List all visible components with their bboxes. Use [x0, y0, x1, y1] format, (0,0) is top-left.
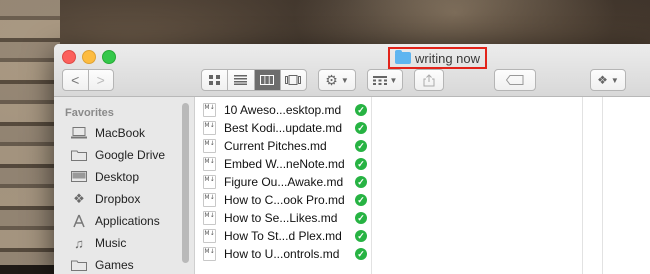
dropbox-icon: ❖ — [597, 73, 608, 87]
chevron-down-icon: ▼ — [340, 75, 349, 85]
sidebar-item-music[interactable]: ♫ Music — [70, 233, 126, 253]
sidebar-item-macbook[interactable]: MacBook — [70, 123, 145, 143]
action-menu-button[interactable]: ⚙ ▼ — [318, 69, 356, 91]
file-row[interactable]: M↓ Current Pitches.md ✓ — [195, 137, 371, 155]
file-name: How to C...ook Pro.md — [224, 193, 345, 207]
applications-icon — [70, 214, 88, 228]
file-column: M↓ 10 Aweso...esktop.md ✓ M↓ Best Kodi..… — [195, 97, 372, 274]
markdown-file-icon: M↓ — [203, 247, 216, 261]
file-name: How to Se...Likes.md — [224, 211, 338, 225]
zoom-window-button[interactable] — [102, 50, 116, 64]
back-button[interactable]: < — [63, 70, 88, 90]
file-name: How to U...ontrols.md — [224, 247, 340, 261]
markdown-file-icon: M↓ — [203, 157, 216, 171]
sidebar-scrollbar[interactable] — [182, 103, 189, 263]
file-row[interactable]: M↓ How to Se...Likes.md ✓ — [195, 209, 371, 227]
file-row[interactable]: M↓ 10 Aweso...esktop.md ✓ — [195, 101, 371, 119]
markdown-file-icon: M↓ — [203, 229, 216, 243]
cover-flow-button[interactable] — [279, 70, 306, 90]
sidebar-item-label: Games — [95, 258, 134, 272]
markdown-file-icon: M↓ — [203, 175, 216, 189]
sidebar-item-google-drive[interactable]: Google Drive — [70, 145, 165, 165]
sync-check-icon: ✓ — [355, 230, 367, 242]
desktop-icon — [70, 170, 88, 184]
share-button[interactable] — [414, 69, 444, 91]
markdown-file-icon: M↓ — [203, 139, 216, 153]
sync-check-icon: ✓ — [355, 248, 367, 260]
file-row[interactable]: M↓ How To St...d Plex.md ✓ — [195, 227, 371, 245]
list-view-button[interactable] — [227, 70, 253, 90]
view-mode-group — [201, 69, 307, 91]
sidebar-item-label: Music — [95, 236, 127, 250]
folder-icon — [395, 50, 411, 64]
sync-check-icon: ✓ — [355, 158, 367, 170]
file-name: Figure Ou...Awake.md — [224, 175, 344, 189]
file-row[interactable]: M↓ Figure Ou...Awake.md ✓ — [195, 173, 371, 191]
window-title: writing now — [415, 50, 481, 66]
forward-button[interactable]: > — [87, 70, 114, 90]
sidebar-heading: Favorites — [65, 107, 114, 119]
tags-button[interactable] — [494, 69, 536, 91]
arrange-icon — [372, 75, 387, 85]
close-window-button[interactable] — [62, 50, 76, 64]
file-row[interactable]: M↓ Embed W...neNote.md ✓ — [195, 155, 371, 173]
file-name: 10 Aweso...esktop.md — [224, 103, 342, 117]
file-row[interactable]: M↓ How to U...ontrols.md ✓ — [195, 245, 371, 263]
file-name: How To St...d Plex.md — [224, 229, 342, 243]
sync-check-icon: ✓ — [355, 176, 367, 188]
empty-column[interactable] — [602, 97, 650, 274]
markdown-file-icon: M↓ — [203, 121, 216, 135]
column-view-button[interactable] — [253, 70, 280, 90]
finder-window: writing now < > ⚙ ▼ ▼ ❖ ▼ Favorites MacB… — [54, 44, 650, 274]
dropbox-menu-button[interactable]: ❖ ▼ — [590, 69, 626, 91]
empty-column[interactable] — [372, 97, 583, 274]
share-icon — [423, 73, 435, 86]
chevron-down-icon: ▼ — [389, 75, 398, 85]
sidebar-item-label: Google Drive — [95, 148, 166, 162]
titlebar: writing now < > ⚙ ▼ ▼ ❖ ▼ — [54, 44, 650, 97]
markdown-file-icon: M↓ — [203, 211, 216, 225]
sidebar-item-label: Desktop — [95, 170, 140, 184]
dropbox-icon: ❖ — [73, 191, 85, 206]
laptop-icon — [70, 126, 88, 140]
file-name: Best Kodi...update.md — [224, 121, 343, 135]
column-view-icon — [260, 75, 275, 85]
markdown-file-icon: M↓ — [203, 103, 216, 117]
sync-check-icon: ✓ — [355, 140, 367, 152]
icon-view-icon — [208, 75, 220, 85]
folder-icon — [70, 148, 88, 162]
gear-icon: ⚙ — [325, 71, 338, 88]
sidebar-item-label: Applications — [95, 214, 160, 228]
window-title-highlight: writing now — [388, 47, 487, 69]
folder-icon — [70, 258, 88, 272]
sync-check-icon: ✓ — [355, 212, 367, 224]
file-name: Current Pitches.md — [224, 139, 327, 153]
music-icon: ♫ — [74, 235, 84, 251]
sync-check-icon: ✓ — [355, 194, 367, 206]
sync-check-icon: ✓ — [355, 122, 367, 134]
sidebar: Favorites MacBook Google Drive Desktop ❖… — [54, 97, 195, 274]
sidebar-item-dropbox[interactable]: ❖ Dropbox — [70, 189, 140, 209]
tag-icon — [506, 75, 524, 85]
back-forward-group: < > — [62, 69, 114, 91]
markdown-file-icon: M↓ — [203, 193, 216, 207]
list-view-icon — [234, 75, 248, 85]
sync-check-icon: ✓ — [355, 104, 367, 116]
cover-flow-icon — [285, 75, 302, 85]
file-row[interactable]: M↓ Best Kodi...update.md ✓ — [195, 119, 371, 137]
sidebar-item-label: Dropbox — [95, 192, 141, 206]
file-name: Embed W...neNote.md — [224, 157, 345, 171]
arrange-button[interactable]: ▼ — [367, 69, 403, 91]
sidebar-item-applications[interactable]: Applications — [70, 211, 160, 231]
sidebar-item-label: MacBook — [95, 126, 146, 140]
icon-view-button[interactable] — [202, 70, 227, 90]
file-row[interactable]: M↓ How to C...ook Pro.md ✓ — [195, 191, 371, 209]
chevron-down-icon: ▼ — [610, 75, 619, 85]
minimize-window-button[interactable] — [82, 50, 96, 64]
sidebar-item-desktop[interactable]: Desktop — [70, 167, 139, 187]
